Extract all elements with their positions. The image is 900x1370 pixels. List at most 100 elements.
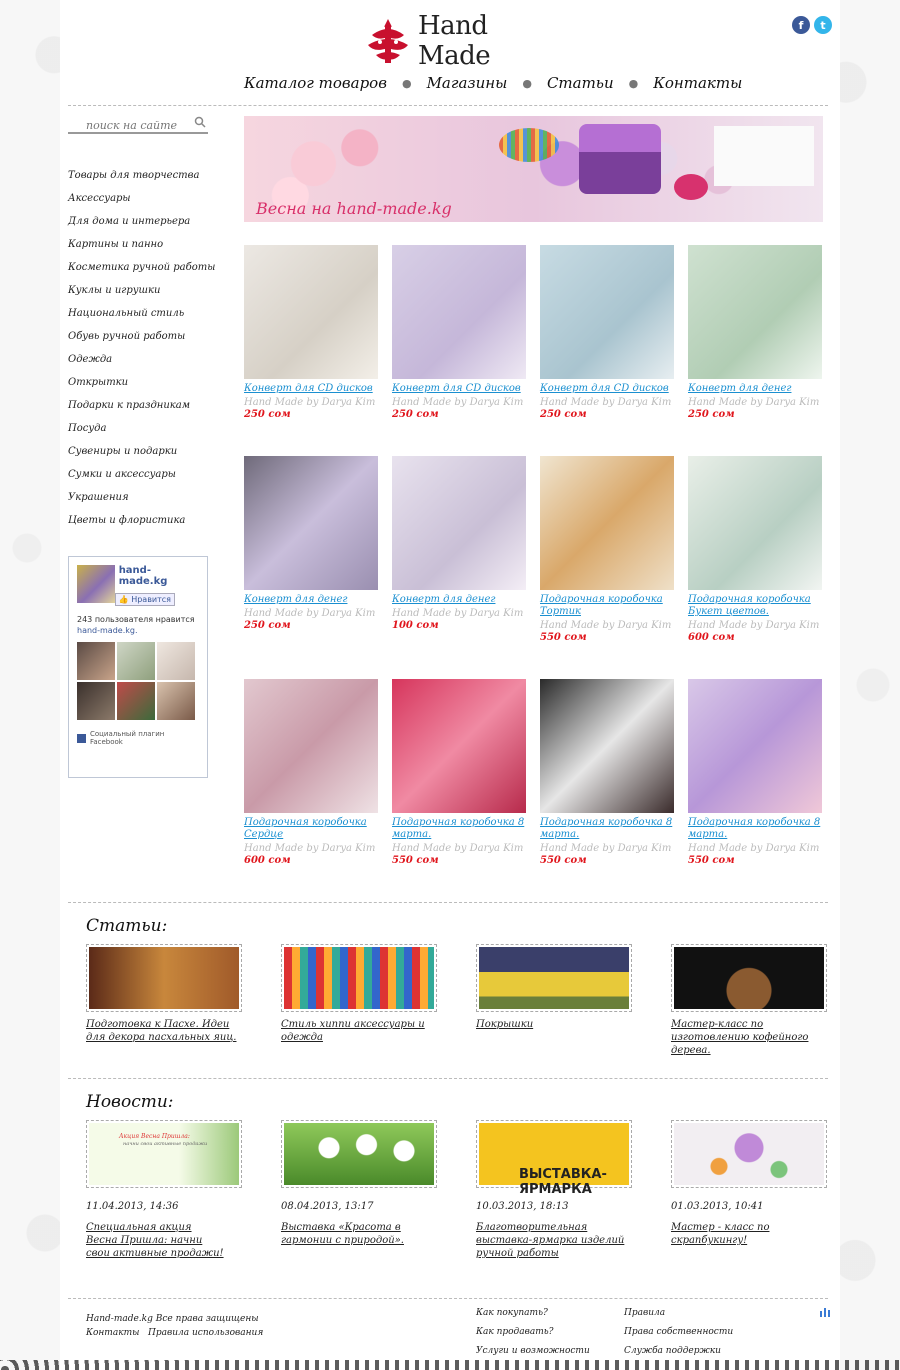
fan-avatar[interactable] (77, 642, 115, 680)
product-author[interactable]: Hand Made by Darya Kim (392, 396, 526, 409)
product-title-link[interactable]: Конверт для денег (244, 594, 378, 606)
product-image[interactable] (244, 456, 378, 590)
product-author[interactable]: Hand Made by Darya Kim (244, 842, 378, 855)
category-item[interactable]: Куклы и игрушки (68, 283, 215, 306)
footer-link-contacts[interactable]: Контакты (86, 1328, 139, 1338)
news-link[interactable]: Благотворительная выставка-ярмарка издел… (476, 1221, 626, 1260)
product-author[interactable]: Hand Made by Darya Kim (688, 842, 822, 855)
product-title-link[interactable]: Конверт для CD дисков (540, 383, 674, 395)
news-thumb[interactable]: ВЫСТАВКА-ЯРМАРКА (476, 1120, 632, 1197)
fb-plugin-label[interactable]: Социальный плагин Facebook (90, 730, 199, 746)
product-image[interactable] (540, 456, 674, 590)
category-item[interactable]: Национальный стиль (68, 306, 215, 329)
category-item[interactable]: Для дома и интерьера (68, 214, 215, 237)
category-item[interactable]: Одежда (68, 352, 215, 375)
fan-avatar[interactable] (157, 642, 195, 680)
product-title-link[interactable]: Подарочная коробочка 8 марта. (540, 817, 674, 841)
article-link[interactable]: Стиль хиппи аксессуары и одежда (281, 1018, 441, 1044)
article-thumb[interactable] (476, 944, 632, 1012)
nav-articles[interactable]: Статьи (547, 74, 614, 92)
product-card[interactable]: Конверт для денег Hand Made by Darya Kim 1… (392, 456, 526, 632)
category-item[interactable]: Товары для творчества (68, 168, 215, 191)
product-author[interactable]: Hand Made by Darya Kim (540, 619, 674, 632)
search-icon[interactable] (194, 116, 206, 128)
product-title-link[interactable]: Конверт для денег (688, 383, 822, 395)
category-item[interactable]: Сувениры и подарки (68, 444, 215, 467)
news-thumb[interactable] (281, 1120, 437, 1188)
product-title-link[interactable]: Подарочная коробочка Тортик (540, 594, 674, 618)
footer-link[interactable]: Как покупать? (476, 1308, 548, 1318)
product-title-link[interactable]: Подарочная коробочка Сердце (244, 817, 378, 841)
article-thumb[interactable] (86, 944, 242, 1012)
product-image[interactable] (392, 679, 526, 813)
product-title-link[interactable]: Подарочная коробочка 8 марта. (688, 817, 822, 841)
category-item[interactable]: Обувь ручной работы (68, 329, 215, 352)
article-thumb[interactable] (281, 944, 437, 1012)
news-thumb[interactable] (671, 1120, 827, 1188)
site-logo[interactable]: Hand Made (362, 10, 532, 72)
product-title-link[interactable]: Подарочная коробочка Букет цветов. (688, 594, 822, 618)
article-link[interactable]: Покрышки (476, 1018, 636, 1031)
product-image[interactable] (392, 245, 526, 379)
nav-catalog[interactable]: Каталог товаров (244, 74, 387, 92)
product-author[interactable]: Hand Made by Darya Kim (392, 607, 526, 620)
product-author[interactable]: Hand Made by Darya Kim (244, 396, 378, 409)
news-link[interactable]: Специальная акция Весна Пришла: начни св… (86, 1221, 226, 1260)
product-card[interactable]: Конверт для CD дисков Hand Made by Darya … (244, 245, 378, 421)
fan-avatar[interactable] (157, 682, 195, 720)
facebook-icon[interactable]: f (792, 16, 810, 34)
product-card[interactable]: Подарочная коробочка 8 марта. Hand Made b… (688, 679, 822, 867)
news-thumb[interactable]: Акция Весна Пришла: начни свои активные … (86, 1120, 242, 1188)
nav-contacts[interactable]: Контакты (653, 74, 742, 92)
product-author[interactable]: Hand Made by Darya Kim (688, 619, 822, 632)
twitter-icon[interactable]: t (814, 16, 832, 34)
search-input[interactable] (68, 119, 188, 132)
product-image[interactable] (540, 245, 674, 379)
fb-page-name[interactable]: hand-made.kg (119, 565, 199, 587)
category-item[interactable]: Цветы и флористика (68, 513, 215, 536)
category-item[interactable]: Посуда (68, 421, 215, 444)
product-card[interactable]: Конверт для CD дисков Hand Made by Darya … (392, 245, 526, 421)
fb-page-avatar[interactable] (77, 565, 115, 603)
product-image[interactable] (392, 456, 526, 590)
article-link[interactable]: Мастер-класс по изготовлению кофейного д… (671, 1018, 811, 1057)
nav-shops[interactable]: Магазины (427, 74, 508, 92)
product-title-link[interactable]: Подарочная коробочка 8 марта. (392, 817, 526, 841)
news-link[interactable]: Выставка «Красота в гармонии с природой»… (281, 1221, 411, 1247)
product-card[interactable]: Подарочная коробочка 8 марта. Hand Made b… (392, 679, 526, 867)
product-image[interactable] (688, 245, 822, 379)
category-item[interactable]: Украшения (68, 490, 215, 513)
product-author[interactable]: Hand Made by Darya Kim (540, 396, 674, 409)
product-card[interactable]: Подарочная коробочка Букет цветов. Hand M… (688, 456, 822, 644)
footer-link[interactable]: Услуги и возможности (476, 1346, 590, 1356)
category-item[interactable]: Открытки (68, 375, 215, 398)
product-image[interactable] (540, 679, 674, 813)
product-author[interactable]: Hand Made by Darya Kim (688, 396, 822, 409)
product-title-link[interactable]: Конверт для CD дисков (392, 383, 526, 395)
footer-link[interactable]: Как продавать? (476, 1327, 553, 1337)
product-card[interactable]: Конверт для денег Hand Made by Darya Kim 2… (688, 245, 822, 421)
product-card[interactable]: Подарочная коробочка 8 марта. Hand Made b… (540, 679, 674, 867)
fan-avatar[interactable] (117, 642, 155, 680)
fan-avatar[interactable] (117, 682, 155, 720)
product-author[interactable]: Hand Made by Darya Kim (540, 842, 674, 855)
product-card[interactable]: Подарочная коробочка Сердце Hand Made by … (244, 679, 378, 867)
product-card[interactable]: Подарочная коробочка Тортик Hand Made by … (540, 456, 674, 644)
footer-link[interactable]: Служба поддержки (624, 1346, 721, 1356)
fb-like-button[interactable]: 👍 Нравится (114, 593, 175, 606)
product-author[interactable]: Hand Made by Darya Kim (392, 842, 526, 855)
footer-link[interactable]: Права собственности (624, 1327, 733, 1337)
category-item[interactable]: Аксессуары (68, 191, 215, 214)
fb-count-link[interactable]: hand-made.kg. (77, 625, 199, 636)
category-item[interactable]: Подарки к праздникам (68, 398, 215, 421)
article-link[interactable]: Подготовка к Пасхе. Идеи для декора пасх… (86, 1018, 246, 1044)
footer-link[interactable]: Правила (624, 1308, 665, 1318)
product-title-link[interactable]: Конверт для денег (392, 594, 526, 606)
counter-icon[interactable] (820, 1307, 830, 1317)
category-item[interactable]: Сумки и аксессуары (68, 467, 215, 490)
product-image[interactable] (244, 679, 378, 813)
fan-avatar[interactable] (77, 682, 115, 720)
product-title-link[interactable]: Конверт для CD дисков (244, 383, 378, 395)
product-card[interactable]: Конверт для CD дисков Hand Made by Darya … (540, 245, 674, 421)
product-image[interactable] (244, 245, 378, 379)
